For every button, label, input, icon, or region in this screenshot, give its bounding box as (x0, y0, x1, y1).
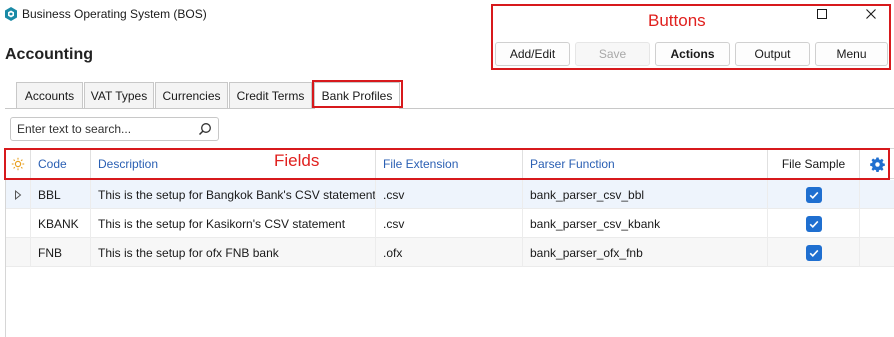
cell-file-sample (768, 209, 860, 238)
menu-button[interactable]: Menu (815, 42, 888, 66)
cell-code: KBANK (31, 209, 91, 238)
row-indicator (6, 209, 31, 238)
window-title: Business Operating System (BOS) (22, 7, 207, 21)
tab-currencies[interactable]: Currencies (155, 82, 228, 108)
search-input[interactable] (12, 119, 192, 139)
row-indicator-icon (6, 180, 31, 209)
cell-spacer (860, 180, 894, 209)
app-logo-icon (4, 7, 18, 21)
cell-spacer (860, 209, 894, 238)
table-row[interactable]: KBANK This is the setup for Kasikorn's C… (6, 209, 894, 238)
cell-description: This is the setup for Bangkok Bank's CSV… (91, 180, 376, 209)
cell-file-extension: .csv (376, 209, 523, 238)
actions-button[interactable]: Actions (655, 42, 730, 66)
tab-vat-types[interactable]: VAT Types (84, 82, 154, 108)
cell-description: This is the setup for ofx FNB bank (91, 238, 376, 267)
tabs-divider (5, 108, 894, 109)
search-icon[interactable] (198, 122, 212, 139)
cell-code: FNB (31, 238, 91, 267)
save-button[interactable]: Save (575, 42, 650, 66)
fields-annotation-label: Fields (274, 151, 320, 170)
page-title: Accounting (5, 46, 93, 63)
cell-file-sample (768, 238, 860, 267)
search-box (10, 117, 219, 141)
cell-parser-function: bank_parser_csv_bbl (523, 180, 768, 209)
cell-parser-function: bank_parser_csv_kbank (523, 209, 768, 238)
output-button[interactable]: Output (735, 42, 810, 66)
table-row[interactable]: BBL This is the setup for Bangkok Bank's… (6, 180, 894, 209)
file-sample-checkbox[interactable] (805, 186, 822, 203)
cell-code: BBL (31, 180, 91, 209)
table-row[interactable]: FNB This is the setup for ofx FNB bank .… (6, 238, 894, 267)
file-sample-checkbox[interactable] (805, 215, 822, 232)
file-sample-checkbox[interactable] (805, 244, 822, 261)
buttons-annotation-label: Buttons (648, 11, 706, 30)
cell-parser-function: bank_parser_ofx_fnb (523, 238, 768, 267)
add-edit-button[interactable]: Add/Edit (495, 42, 570, 66)
cell-file-extension: .ofx (376, 238, 523, 267)
cell-spacer (860, 238, 894, 267)
fields-annotation-box (4, 148, 890, 180)
cell-description: This is the setup for Kasikorn's CSV sta… (91, 209, 376, 238)
tab-credit-terms[interactable]: Credit Terms (229, 82, 312, 108)
bank-profiles-annotation-box (312, 80, 403, 108)
cell-file-extension: .csv (376, 180, 523, 209)
tab-accounts[interactable]: Accounts (16, 82, 83, 108)
cell-file-sample (768, 180, 860, 209)
row-indicator (6, 238, 31, 267)
